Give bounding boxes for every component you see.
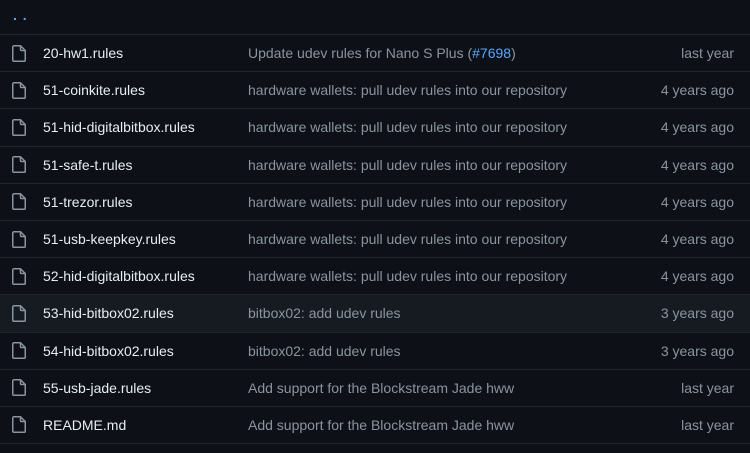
file-icon: [12, 118, 26, 136]
commit-age: 4 years ago: [660, 156, 734, 173]
commit-age: 4 years ago: [660, 231, 734, 248]
file-row[interactable]: 51-trezor.rules hardware wallets: pull u…: [0, 184, 750, 221]
commit-age: last year: [681, 45, 734, 62]
file-icon: [12, 193, 26, 211]
file-row[interactable]: 52-hid-digitalbitbox.rules hardware wall…: [0, 258, 750, 296]
file-icon: [12, 81, 26, 99]
commit-message[interactable]: bitbox02: add udev rules: [248, 343, 401, 359]
file-icon: [12, 304, 26, 322]
commit-message[interactable]: Add support for the Blockstream Jade hww: [248, 417, 514, 433]
file-icon: [12, 379, 26, 397]
file-row[interactable]: 20-hw1.rules Update udev rules for Nano …: [0, 35, 750, 73]
file-name[interactable]: 55-usb-jade.rules: [43, 380, 151, 396]
parent-directory-row[interactable]: . .: [0, 0, 750, 35]
file-list: . . 20-hw1.rules Update udev rules for N…: [0, 0, 750, 453]
file-name[interactable]: 53-hid-bitbox02.rules: [43, 305, 174, 321]
commit-age: 4 years ago: [660, 268, 734, 285]
commit-age: 4 years ago: [660, 82, 734, 99]
commit-age: 3 years ago: [660, 305, 734, 322]
file-row[interactable]: 54-hid-bitbox02.rules bitbox02: add udev…: [0, 333, 750, 370]
file-icon: [12, 44, 26, 62]
commit-age: last year: [681, 416, 734, 433]
commit-age: 4 years ago: [660, 119, 734, 136]
pull-request-link[interactable]: #7698: [472, 45, 511, 61]
file-name[interactable]: 51-hid-digitalbitbox.rules: [43, 119, 195, 135]
commit-message[interactable]: bitbox02: add udev rules: [248, 305, 401, 321]
commit-age: last year: [681, 379, 734, 396]
commit-message[interactable]: hardware wallets: pull udev rules into o…: [248, 119, 567, 135]
commit-age: 3 years ago: [660, 342, 734, 359]
file-row[interactable]: 51-hid-digitalbitbox.rules hardware wall…: [0, 109, 750, 147]
commit-message-suffix[interactable]: ): [511, 45, 516, 61]
file-row[interactable]: 55-usb-jade.rules Add support for the Bl…: [0, 370, 750, 407]
file-name[interactable]: 54-hid-bitbox02.rules: [43, 343, 174, 359]
commit-message[interactable]: hardware wallets: pull udev rules into o…: [248, 268, 567, 284]
file-icon: [12, 156, 26, 174]
commit-message[interactable]: Add support for the Blockstream Jade hww: [248, 380, 514, 396]
file-name[interactable]: 52-hid-digitalbitbox.rules: [43, 268, 195, 284]
commit-message[interactable]: hardware wallets: pull udev rules into o…: [248, 231, 567, 247]
file-name[interactable]: 20-hw1.rules: [43, 45, 123, 61]
file-row[interactable]: 51-safe-t.rules hardware wallets: pull u…: [0, 147, 750, 184]
file-name[interactable]: 51-safe-t.rules: [43, 157, 132, 173]
file-name[interactable]: 51-usb-keepkey.rules: [43, 231, 176, 247]
file-icon: [12, 230, 26, 248]
file-row[interactable]: 53-hid-bitbox02.rules bitbox02: add udev…: [0, 295, 750, 333]
commit-message[interactable]: hardware wallets: pull udev rules into o…: [248, 194, 567, 210]
commit-message[interactable]: hardware wallets: pull udev rules into o…: [248, 82, 567, 98]
commit-message[interactable]: hardware wallets: pull udev rules into o…: [248, 157, 567, 173]
file-row[interactable]: 51-coinkite.rules hardware wallets: pull…: [0, 72, 750, 110]
commit-message[interactable]: Update udev rules for Nano S Plus (#7698…: [248, 45, 516, 61]
commit-message-text[interactable]: Update udev rules for Nano S Plus (: [248, 45, 472, 61]
file-name[interactable]: 51-coinkite.rules: [43, 82, 145, 98]
file-name[interactable]: README.md: [43, 417, 126, 433]
file-icon: [12, 342, 26, 360]
file-name[interactable]: 51-trezor.rules: [43, 194, 132, 210]
parent-directory-link[interactable]: . .: [13, 7, 28, 23]
file-icon: [12, 416, 26, 434]
file-row[interactable]: 51-usb-keepkey.rules hardware wallets: p…: [0, 221, 750, 259]
commit-age: 4 years ago: [660, 193, 734, 210]
file-icon: [12, 267, 26, 285]
file-row[interactable]: README.md Add support for the Blockstrea…: [0, 407, 750, 445]
